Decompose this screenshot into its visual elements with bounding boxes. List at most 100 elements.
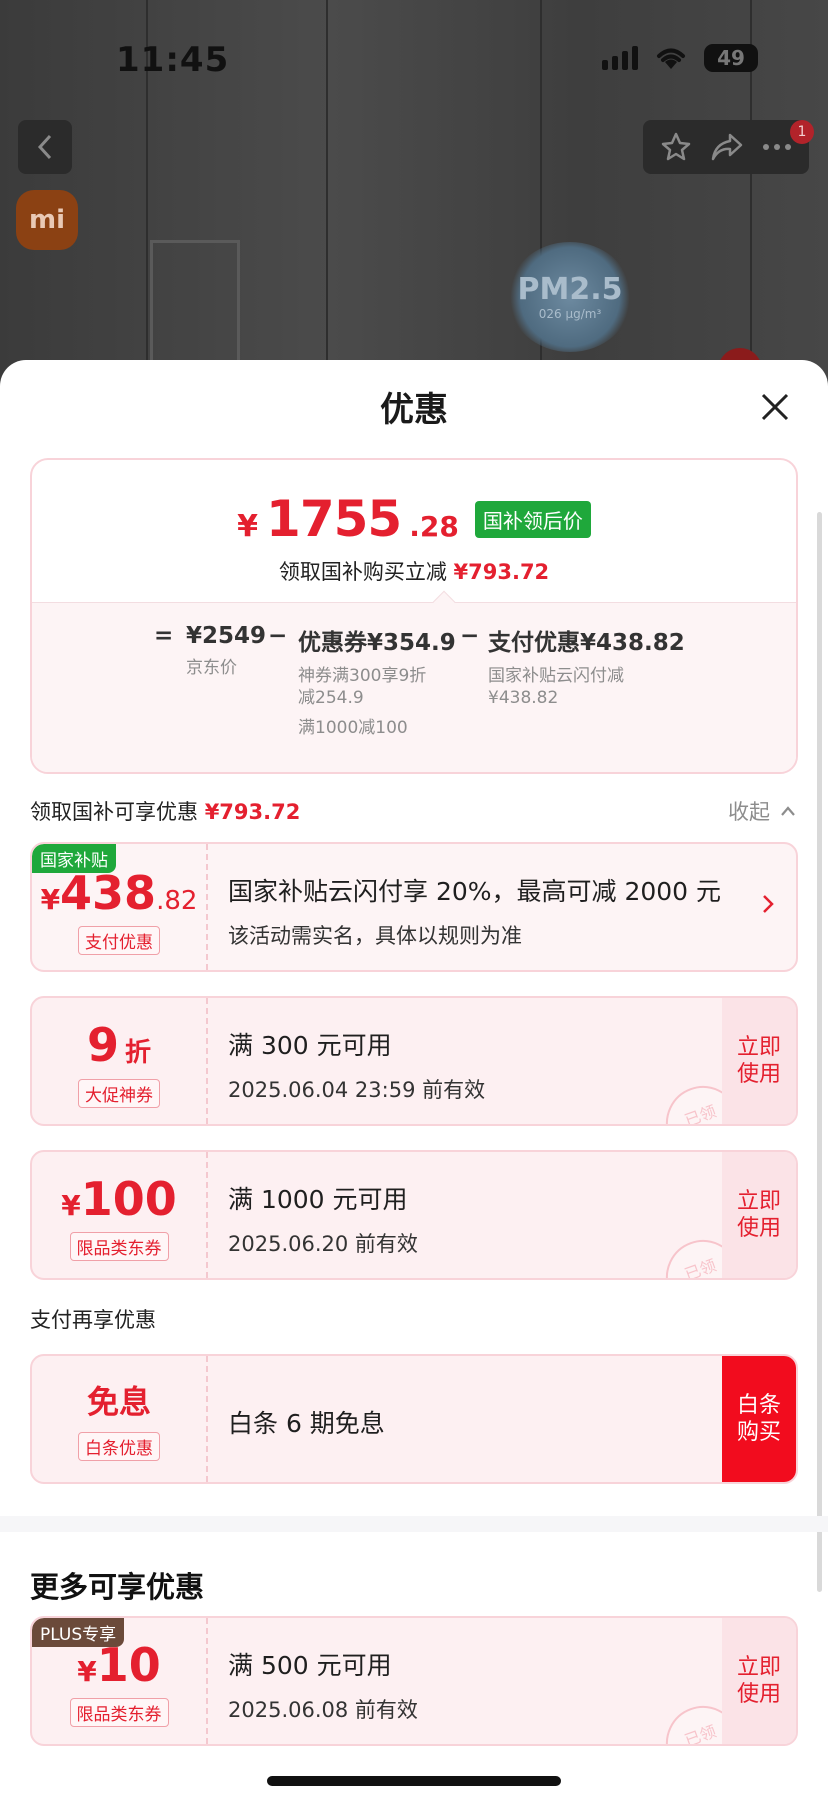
subsidy-price-tag: 国补领后价	[474, 501, 591, 538]
final-price: ¥ 1755 .28 国补领后价	[32, 490, 796, 548]
use-now-button[interactable]: 立即 使用	[722, 1618, 796, 1744]
baitiao-buy-button[interactable]: 白条 购买	[722, 1356, 796, 1482]
payment-note: ¥438.82	[488, 688, 559, 708]
coupon-type-label: 白条优惠	[78, 1432, 160, 1461]
coupon-divider	[206, 1618, 208, 1744]
battery-icon: 49	[704, 44, 758, 72]
top-actions-bar	[643, 120, 809, 174]
coupon-value: 免息	[86, 1383, 151, 1421]
coupon-yen: ¥	[77, 1655, 97, 1688]
pm25-badge: PM2.5 026 μg/m³	[508, 242, 632, 352]
coupon-divider	[206, 998, 208, 1124]
coupon-yen: ¥	[61, 1189, 81, 1222]
pm25-value: 026 μg/m³	[538, 307, 602, 321]
coupon-value: 438	[60, 866, 157, 920]
coupon-yen: ¥	[40, 883, 61, 916]
coupon-decimal: .82	[156, 886, 198, 916]
coupon-title: 国家补贴云闪付享 20%，最高可减 2000 元	[228, 877, 722, 906]
status-time: 11:45	[116, 40, 230, 80]
claim-amount: ¥793.72	[453, 560, 550, 584]
more-icon[interactable]	[762, 142, 792, 152]
coupon-value-block: 9 折 大促神券	[32, 998, 206, 1124]
claim-line: 领取国补购买立减 ¥793.72	[32, 556, 796, 586]
pm25-title: PM2.5	[517, 272, 623, 307]
coupon-unit: 折	[125, 1038, 152, 1068]
coupon-type-label: 支付优惠	[78, 926, 160, 955]
price-formula-panel: = ¥2549 京东价 − 优惠券¥354.9 神券满300享9折 减254.9…	[32, 602, 796, 772]
payment-discount: 支付优惠¥438.82	[488, 630, 685, 656]
background-frame-line	[326, 0, 328, 380]
coupon-desc: 该活动需实名，具体以规则为准	[228, 924, 522, 948]
coupon-validity: 2025.06.20 前有效	[228, 1232, 418, 1256]
discount-coupon-card: 9 折 大促神券 满 300 元可用 2025.06.04 23:59 前有效 …	[30, 996, 798, 1126]
jd-coupon-card: ¥ 100 限品类东券 满 1000 元可用 2025.06.20 前有效 已领…	[30, 1150, 798, 1280]
more-offers-title: 更多可享优惠	[30, 1570, 205, 1604]
coupon-value: 100	[80, 1172, 177, 1226]
coupon-type-label: 限品类东券	[69, 1232, 169, 1261]
payment-note: 国家补贴云闪付减	[488, 666, 624, 686]
chevron-up-icon	[781, 806, 795, 816]
share-icon[interactable]	[710, 132, 744, 162]
coupon-type-label: 大促神券	[78, 1079, 160, 1108]
scrollbar[interactable]	[817, 512, 822, 1592]
star-icon[interactable]	[660, 131, 692, 163]
formula-minus: −	[460, 623, 480, 649]
coupon-note: 神券满300享9折	[298, 666, 427, 686]
coupon-value: 9	[86, 1018, 119, 1072]
coupon-info: 国家补贴云闪付享 20%，最高可减 2000 元 该活动需实名，具体以规则为准	[228, 872, 721, 950]
section-separator	[0, 1516, 828, 1532]
chevron-right-icon	[763, 895, 774, 913]
close-icon[interactable]	[758, 390, 792, 424]
background-window	[150, 240, 240, 380]
coupon-divider	[206, 1152, 208, 1278]
coupon-divider	[206, 1356, 208, 1482]
coupon-info: 满 1000 元可用 2025.06.20 前有效	[228, 1180, 418, 1258]
price-decimal: .28	[409, 510, 459, 543]
sheet-title: 优惠	[380, 390, 448, 430]
signal-icon	[602, 46, 638, 70]
currency-symbol: ¥	[237, 509, 259, 544]
coupon-type-label: 限品类东券	[69, 1698, 169, 1727]
status-icons: 49	[602, 44, 758, 72]
coupon-validity: 2025.06.08 前有效	[228, 1698, 418, 1722]
coupon-title: 白条 6 期免息	[228, 1409, 385, 1438]
subsidy-coupon-card[interactable]: 国家补贴 ¥ 438 .82 支付优惠 国家补贴云闪付享 20%，最高可减 20…	[30, 842, 798, 972]
coupon-title: 满 300 元可用	[228, 1031, 392, 1060]
jd-price: ¥2549	[186, 623, 267, 649]
coupon-info: 满 300 元可用 2025.06.04 23:59 前有效	[228, 1026, 485, 1104]
formula-equals: =	[154, 623, 174, 649]
coupon-value-block: 免息 白条优惠	[32, 1356, 206, 1482]
coupon-validity: 2025.06.04 23:59 前有效	[228, 1078, 486, 1102]
claim-text: 领取国补购买立减	[278, 560, 447, 584]
chevron-left-icon	[37, 134, 52, 160]
coupon-info: 满 500 元可用 2025.06.08 前有效	[228, 1646, 418, 1724]
payment-section-label: 支付再享优惠	[30, 1308, 156, 1332]
coupon-value: 10	[96, 1638, 161, 1692]
plus-coupon-card: PLUS专享 ¥ 10 限品类东券 满 500 元可用 2025.06.08 前…	[30, 1616, 798, 1746]
use-now-button[interactable]: 立即 使用	[722, 1152, 796, 1278]
coupon-info: 白条 6 期免息	[228, 1384, 385, 1440]
use-now-button[interactable]: 立即 使用	[722, 998, 796, 1124]
price-summary-card: ¥ 1755 .28 国补领后价 领取国补购买立减 ¥793.72 = ¥254…	[30, 458, 798, 774]
coupon-note: 满1000减100	[298, 718, 408, 738]
subsidy-section-label: 领取国补可享优惠 ¥793.72	[30, 796, 300, 826]
home-indicator[interactable]	[267, 1776, 561, 1786]
section-label-amount: ¥793.72	[204, 800, 301, 824]
collapse-label: 收起	[728, 800, 770, 824]
coupon-value-block: ¥ 100 限品类东券	[32, 1152, 206, 1278]
coupon-note: 减254.9	[298, 688, 364, 708]
collapse-button[interactable]: 收起	[728, 796, 796, 826]
formula-minus: −	[268, 623, 288, 649]
baitiao-coupon-card: 免息 白条优惠 白条 6 期免息 白条 购买	[30, 1354, 798, 1484]
coupon-title: 满 1000 元可用	[228, 1185, 408, 1214]
discount-sheet: 优惠 ¥ 1755 .28 国补领后价 领取国补购买立减 ¥793.72 = ¥…	[0, 360, 828, 1800]
coupon-title: 满 500 元可用	[228, 1651, 392, 1680]
back-button[interactable]	[18, 120, 72, 174]
brand-logo: mi	[16, 190, 78, 250]
notification-badge: 1	[790, 120, 814, 144]
coupon-divider	[206, 844, 208, 970]
plus-corner-tag: PLUS专享	[32, 1618, 125, 1647]
jd-price-label: 京东价	[186, 658, 237, 678]
price-integer: 1755	[266, 490, 402, 548]
subsidy-corner-tag: 国家补贴	[32, 844, 116, 873]
